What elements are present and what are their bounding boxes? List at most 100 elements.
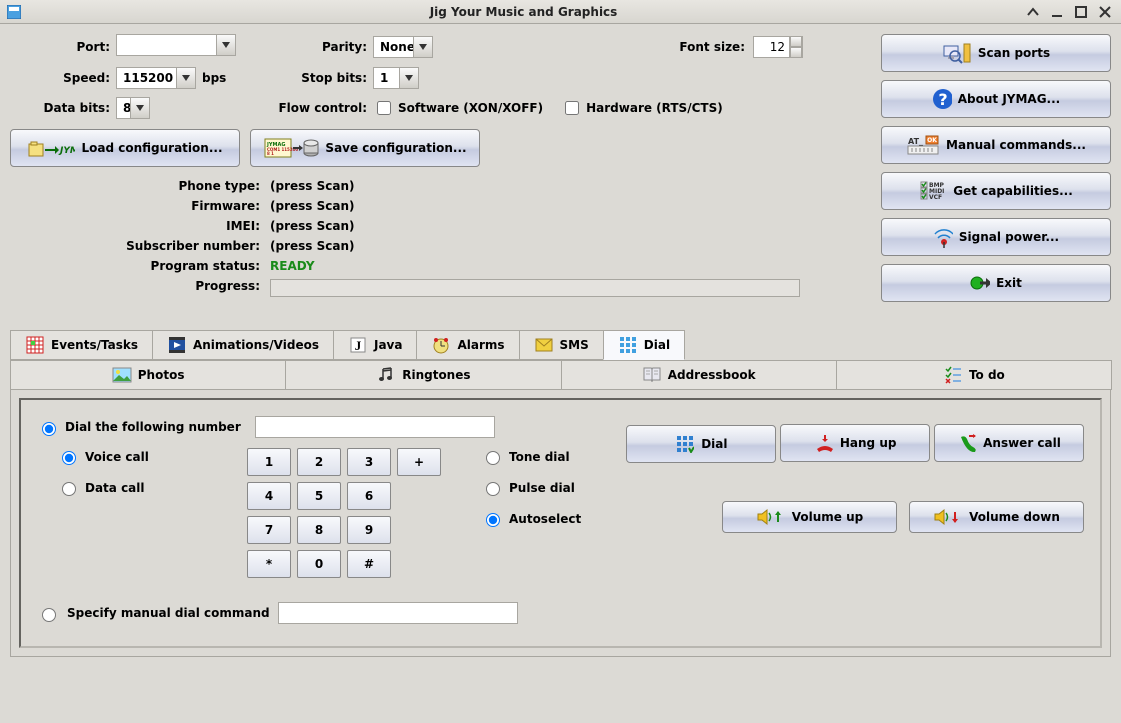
tab-addressbook-label: Addressbook	[668, 368, 756, 382]
rollup-button[interactable]	[1025, 4, 1041, 20]
tab-animations[interactable]: Animations/Videos	[152, 330, 334, 360]
manual-commands-button[interactable]: AT_OK Manual commands...	[881, 126, 1111, 164]
chevron-down-icon[interactable]	[176, 67, 196, 89]
autoselect-radio[interactable]	[486, 513, 500, 527]
speed-label: Speed:	[10, 71, 110, 85]
dial-number-label: Dial the following number	[65, 420, 241, 434]
signal-power-button[interactable]: Signal power...	[881, 218, 1111, 256]
fontsize-spinner[interactable]: 12	[753, 36, 803, 58]
data-call-label: Data call	[85, 481, 145, 495]
pulse-dial-label: Pulse dial	[509, 481, 575, 495]
tone-dial-radio[interactable]	[486, 451, 500, 465]
stopbits-combo[interactable]: 1	[373, 67, 419, 89]
flow-hardware-check[interactable]: Hardware (RTS/CTS)	[561, 98, 723, 118]
flow-software-check[interactable]: Software (XON/XOFF)	[373, 98, 543, 118]
volume-down-icon	[933, 507, 963, 527]
key-0[interactable]: 0	[297, 550, 341, 578]
about-button[interactable]: ? About JYMAG...	[881, 80, 1111, 118]
save-config-button[interactable]: JYMAGCOM1 1152008 1 Save configuration..…	[250, 129, 480, 167]
spinner-down-icon[interactable]	[789, 47, 803, 58]
tab-dial[interactable]: Dial	[603, 330, 685, 360]
todo-icon	[943, 365, 963, 385]
minimize-button[interactable]	[1049, 4, 1065, 20]
manual-dial-input[interactable]	[278, 602, 518, 624]
key-5[interactable]: 5	[297, 482, 341, 510]
svg-text:J: J	[355, 338, 362, 353]
scan-ports-button[interactable]: Scan ports	[881, 34, 1111, 72]
chevron-down-icon[interactable]	[130, 97, 150, 119]
parity-combo[interactable]: None	[373, 36, 433, 58]
tab-addressbook[interactable]: Addressbook	[561, 360, 837, 390]
chevron-down-icon[interactable]	[216, 34, 236, 56]
answer-button[interactable]: Answer call	[934, 424, 1084, 462]
stopbits-label: Stop bits:	[257, 71, 367, 85]
databits-value: 8	[116, 97, 130, 119]
tab-java[interactable]: J Java	[333, 330, 417, 360]
key-3[interactable]: 3	[347, 448, 391, 476]
volume-up-icon	[756, 507, 786, 527]
signal-label: Signal power...	[959, 230, 1059, 244]
volume-up-label: Volume up	[792, 510, 863, 524]
manual-commands-label: Manual commands...	[946, 138, 1086, 152]
svg-text:VCF: VCF	[929, 194, 942, 201]
maximize-button[interactable]	[1073, 4, 1089, 20]
svg-text:?: ?	[938, 90, 947, 109]
spinner-up-icon[interactable]	[789, 36, 803, 47]
info-icon: ?	[932, 89, 952, 109]
volume-up-button[interactable]: Volume up	[722, 501, 897, 533]
load-config-button[interactable]: JYMAG Load configuration...	[10, 129, 240, 167]
tab-todo[interactable]: To do	[836, 360, 1112, 390]
pulse-dial-radio[interactable]	[486, 482, 500, 496]
volume-down-button[interactable]: Volume down	[909, 501, 1084, 533]
tab-ringtones[interactable]: Ringtones	[285, 360, 561, 390]
speed-combo[interactable]: 115200	[116, 67, 196, 89]
voice-call-radio[interactable]	[62, 451, 76, 465]
signal-icon	[933, 227, 953, 247]
close-button[interactable]	[1097, 4, 1113, 20]
key-2[interactable]: 2	[297, 448, 341, 476]
tab-sms[interactable]: SMS	[519, 330, 604, 360]
data-call-radio[interactable]	[62, 482, 76, 496]
calendar-icon	[25, 335, 45, 355]
hangup-button[interactable]: Hang up	[780, 424, 930, 462]
tab-events[interactable]: Events/Tasks	[10, 330, 153, 360]
flow-hardware-checkbox[interactable]	[565, 101, 579, 115]
tone-dial-label: Tone dial	[509, 450, 570, 464]
key-7[interactable]: 7	[247, 516, 291, 544]
capabilities-button[interactable]: BMP MIDI VCF Get capabilities...	[881, 172, 1111, 210]
key-4[interactable]: 4	[247, 482, 291, 510]
key-8[interactable]: 8	[297, 516, 341, 544]
port-combo[interactable]	[116, 34, 236, 56]
flow-software-checkbox[interactable]	[377, 101, 391, 115]
key-6[interactable]: 6	[347, 482, 391, 510]
tab-ringtones-label: Ringtones	[402, 368, 470, 382]
phone-type-label: Phone type:	[10, 179, 270, 193]
photo-icon	[112, 365, 132, 385]
dial-number-input[interactable]	[255, 416, 495, 438]
chevron-down-icon[interactable]	[413, 36, 433, 58]
dial-number-radio[interactable]	[42, 422, 56, 436]
load-config-icon: JYMAG	[27, 138, 75, 158]
exit-button[interactable]: Exit	[881, 264, 1111, 302]
databits-label: Data bits:	[10, 101, 110, 115]
tab-alarms-label: Alarms	[457, 338, 504, 352]
tab-photos[interactable]: Photos	[10, 360, 286, 390]
imei-value: (press Scan)	[270, 219, 810, 233]
status-value: READY	[270, 259, 810, 273]
key-plus[interactable]: +	[397, 448, 441, 476]
window-title: Jig Your Music and Graphics	[22, 5, 1025, 19]
chevron-down-icon[interactable]	[399, 67, 419, 89]
databits-combo[interactable]: 8	[116, 97, 150, 119]
dial-button[interactable]: Dial	[626, 425, 776, 463]
subscriber-label: Subscriber number:	[10, 239, 270, 253]
key-9[interactable]: 9	[347, 516, 391, 544]
svg-text:AT_: AT_	[908, 137, 923, 146]
tab-alarms[interactable]: Alarms	[416, 330, 519, 360]
manual-dial-radio[interactable]	[42, 608, 56, 622]
tab-java-label: Java	[374, 338, 402, 352]
key-star[interactable]: *	[247, 550, 291, 578]
key-hash[interactable]: #	[347, 550, 391, 578]
key-1[interactable]: 1	[247, 448, 291, 476]
imei-label: IMEI:	[10, 219, 270, 233]
phone-type-value: (press Scan)	[270, 179, 810, 193]
